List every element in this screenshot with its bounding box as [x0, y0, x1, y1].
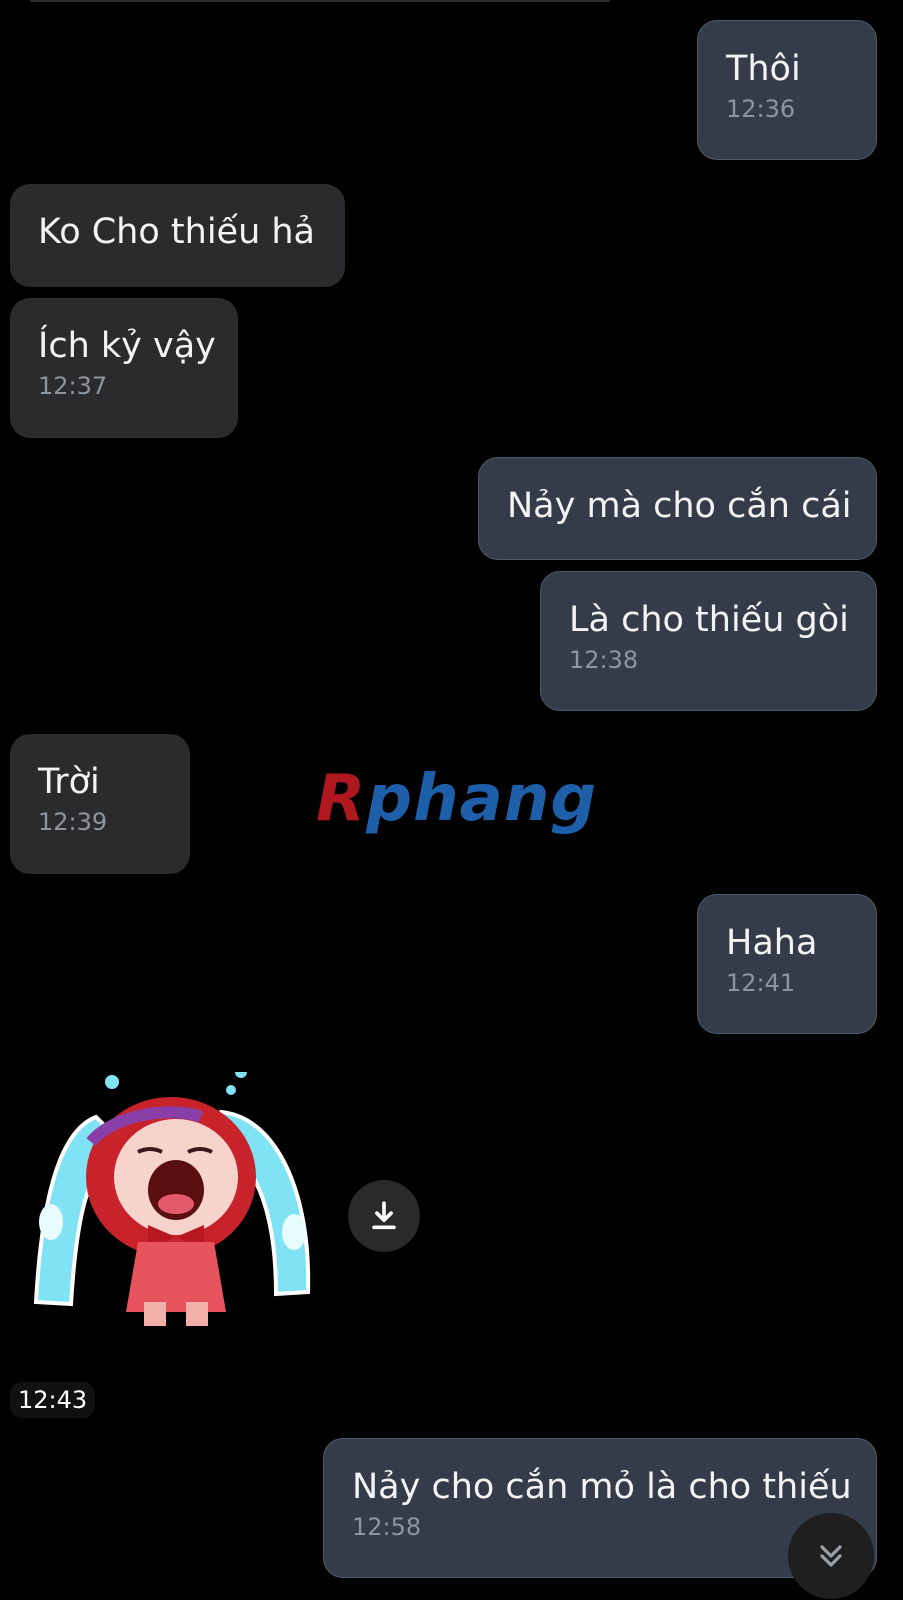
watermark-part-1: R [316, 762, 367, 836]
top-divider [30, 0, 610, 2]
message-text: Trời [38, 762, 100, 802]
message-bubble-outgoing[interactable]: Là cho thiếu gòi 12:38 [540, 571, 877, 711]
message-bubble-incoming[interactable]: Trời 12:39 [10, 734, 190, 874]
message-text: Nảy cho cắn mỏ là cho thiếu [352, 1467, 852, 1507]
message-time: 12:58 [352, 1513, 422, 1541]
double-chevron-down-icon [820, 1545, 842, 1567]
download-icon [372, 1201, 396, 1230]
message-text: Thôi [726, 49, 801, 89]
message-time: 12:41 [726, 969, 796, 997]
download-button[interactable] [348, 1180, 420, 1252]
message-time: 12:36 [726, 95, 796, 123]
crying-girl-sticker[interactable] [26, 1072, 326, 1332]
message-text: Nảy mà cho cắn cái [507, 486, 852, 526]
message-bubble-incoming[interactable]: Ích kỷ vậy 12:37 [10, 298, 238, 438]
message-text: Ích kỷ vậy [38, 326, 216, 366]
message-bubble-outgoing[interactable]: Haha 12:41 [697, 894, 877, 1034]
message-text: Ko Cho thiếu hả [38, 212, 316, 252]
watermark-part-2: phang [366, 762, 598, 836]
message-time: 12:39 [38, 808, 108, 836]
message-time: 12:37 [38, 372, 108, 400]
message-time: 12:38 [569, 646, 639, 674]
scroll-to-bottom-button[interactable] [788, 1513, 874, 1599]
message-text: Haha [726, 923, 818, 963]
message-text: Là cho thiếu gòi [569, 600, 849, 640]
watermark-logo: Rphang [316, 762, 597, 836]
sticker-time: 12:43 [10, 1382, 96, 1418]
message-bubble-outgoing[interactable]: Thôi 12:36 [697, 20, 877, 160]
message-bubble-outgoing[interactable]: Nảy mà cho cắn cái [478, 457, 877, 560]
message-bubble-incoming[interactable]: Ko Cho thiếu hả [10, 184, 345, 287]
